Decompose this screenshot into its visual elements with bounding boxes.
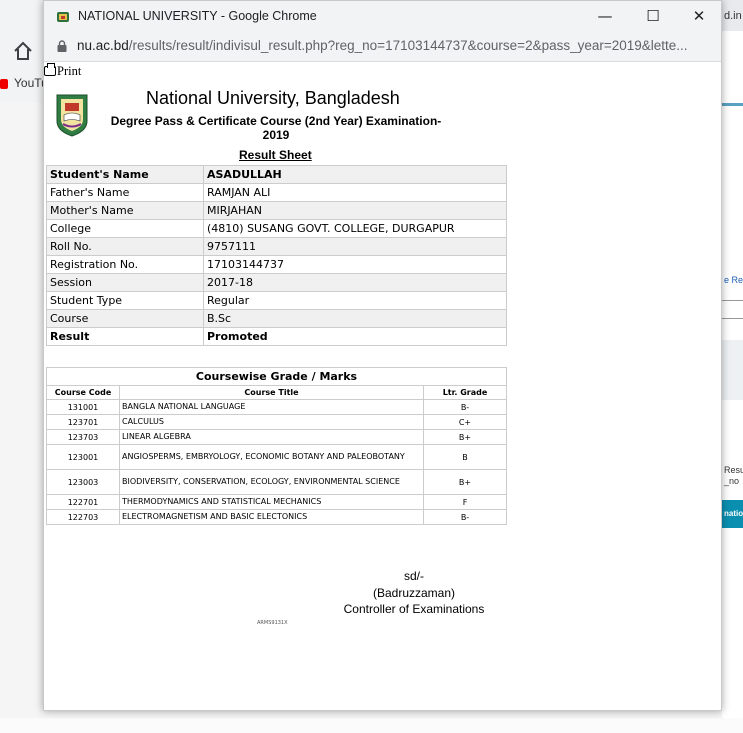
bg-banner-fragment: natio: [724, 509, 743, 518]
course-title: BIODIVERSITY, CONSERVATION, ECOLOGY, ENV…: [119, 469, 424, 495]
col-header-course-code: Course Code: [46, 385, 120, 400]
youtube-icon: [0, 78, 8, 89]
grades-table: Coursewise Grade / Marks Course Code Cou…: [46, 367, 507, 525]
grade-row: 123001 ANGIOSPERMS, EMBRYOLOGY, ECONOMIC …: [46, 444, 507, 470]
bg-text-fragment: Resu: [724, 465, 743, 475]
exam-title: Degree Pass & Certificate Course (2nd Ye…: [110, 114, 442, 142]
course-code: 122701: [46, 494, 120, 510]
url-text[interactable]: nu.ac.bd/results/result/indivisul_result…: [77, 38, 717, 53]
grade-row: 122701 THERMODYNAMICS AND STATISTICAL MEC…: [46, 494, 507, 510]
grades-caption: Coursewise Grade / Marks: [46, 367, 507, 386]
info-label: Roll No.: [46, 237, 204, 256]
course-code: 123701: [46, 414, 120, 430]
url-path: /results/result/indivisul_result.php?reg…: [128, 38, 688, 53]
grade-row: 123703 LINEAR ALGEBRA B+: [46, 429, 507, 445]
signatory-designation: Controller of Examinations: [343, 602, 485, 616]
info-label: Result: [46, 327, 204, 346]
info-label: Student's Name: [46, 165, 204, 184]
course-title: ELECTROMAGNETISM AND BASIC ELECTONICS: [119, 509, 424, 525]
print-label: Print: [57, 64, 82, 78]
grade-row: 122703 ELECTROMAGNETISM AND BASIC ELECTON…: [46, 509, 507, 525]
result-sheet-heading: Result Sheet: [239, 148, 312, 162]
signature-block: sd/- (Badruzzaman) Controller of Examina…: [314, 568, 514, 618]
close-button[interactable]: ✕: [676, 3, 722, 30]
info-value: (4810) SUSANG GOVT. COLLEGE, DURGAPUR: [203, 219, 507, 238]
lock-icon[interactable]: [57, 40, 67, 52]
info-row: Session 2017-18: [46, 273, 507, 292]
signature: sd/-: [403, 569, 424, 583]
title-bar[interactable]: NATIONAL UNIVERSITY - Google Chrome — ☐ …: [44, 1, 721, 32]
address-bar[interactable]: nu.ac.bd/results/result/indivisul_result…: [44, 32, 721, 62]
course-title: BANGLA NATIONAL LANGUAGE: [119, 399, 424, 415]
signatory-name: (Badruzzaman): [372, 585, 456, 600]
info-row: Father's Name RAMJAN ALI: [46, 183, 507, 202]
letter-grade: B: [423, 444, 507, 470]
info-value: B.Sc: [203, 309, 507, 328]
info-value: MIRJAHAN: [203, 201, 507, 220]
background-bottom-strip: [0, 718, 743, 733]
letter-grade: B+: [423, 469, 507, 495]
info-value: 2017-18: [203, 273, 507, 292]
info-row: Result Promoted: [46, 327, 507, 346]
info-row: Roll No. 9757111: [46, 237, 507, 256]
course-title: LINEAR ALGEBRA: [119, 429, 424, 445]
bg-text-fragment: _no: [724, 476, 740, 486]
course-code: 122703: [46, 509, 120, 525]
course-title: ANGIOSPERMS, EMBRYOLOGY, ECONOMIC BOTANY…: [119, 444, 424, 470]
grade-row: 131001 BANGLA NATIONAL LANGUAGE B-: [46, 399, 507, 415]
info-value: RAMJAN ALI: [203, 183, 507, 202]
result-page: Print National University, Bangladesh De…: [44, 62, 721, 712]
maximize-button[interactable]: ☐: [630, 3, 676, 30]
info-row: Course B.Sc: [46, 309, 507, 328]
info-label: Registration No.: [46, 255, 204, 274]
info-label: Session: [46, 273, 204, 292]
info-label: Student Type: [46, 291, 204, 310]
info-row: Registration No. 17103144737: [46, 255, 507, 274]
letter-grade: B-: [423, 399, 507, 415]
letter-grade: B+: [423, 429, 507, 445]
popup-window: NATIONAL UNIVERSITY - Google Chrome — ☐ …: [43, 0, 722, 711]
course-title: CALCULUS: [119, 414, 424, 430]
course-code: 131001: [46, 399, 120, 415]
info-value: 17103144737: [203, 255, 507, 274]
info-row: College (4810) SUSANG GOVT. COLLEGE, DURG…: [46, 219, 507, 238]
col-header-letter-grade: Ltr. Grade: [423, 385, 507, 400]
info-value: Promoted: [203, 327, 507, 346]
info-value: ASADULLAH: [203, 165, 507, 184]
background-page-edge: d.in e Re Resu _no natio: [722, 0, 743, 733]
info-value: 9757111: [203, 237, 507, 256]
university-name: National University, Bangladesh: [146, 88, 400, 108]
info-label: Father's Name: [46, 183, 204, 202]
grade-row: 123003 BIODIVERSITY, CONSERVATION, ECOLOG…: [46, 469, 507, 495]
course-code: 123703: [46, 429, 120, 445]
home-icon[interactable]: [12, 40, 34, 62]
bg-link-fragment[interactable]: e Re: [724, 275, 743, 285]
col-header-course-title: Course Title: [119, 385, 424, 400]
printer-icon: [44, 63, 56, 76]
course-title: THERMODYNAMICS AND STATISTICAL MECHANICS: [119, 494, 424, 510]
minimize-button[interactable]: —: [582, 3, 628, 30]
student-info-table: Student's Name ASADULLAH Father's Name RAMJ…: [46, 165, 507, 346]
course-code: 123003: [46, 469, 120, 495]
letter-grade: F: [423, 494, 507, 510]
university-logo-icon: [56, 94, 88, 137]
bookmark-youtube[interactable]: YouTu: [0, 76, 48, 90]
letter-grade: C+: [423, 414, 507, 430]
document-code: ARMS9131X: [257, 620, 288, 626]
bg-text-fragment: d.in: [724, 10, 742, 22]
letter-grade: B-: [423, 509, 507, 525]
info-label: College: [46, 219, 204, 238]
info-row: Student's Name ASADULLAH: [46, 165, 507, 184]
grade-row: 123701 CALCULUS C+: [46, 414, 507, 430]
info-value: Regular: [203, 291, 507, 310]
info-label: Mother's Name: [46, 201, 204, 220]
window-title: NATIONAL UNIVERSITY - Google Chrome: [78, 9, 317, 23]
university-favicon-icon: [57, 12, 69, 22]
course-code: 123001: [46, 444, 120, 470]
info-row: Student Type Regular: [46, 291, 507, 310]
url-host: nu.ac.bd: [77, 38, 129, 53]
info-label: Course: [46, 309, 204, 328]
info-row: Mother's Name MIRJAHAN: [46, 201, 507, 220]
print-link[interactable]: Print: [44, 63, 82, 79]
